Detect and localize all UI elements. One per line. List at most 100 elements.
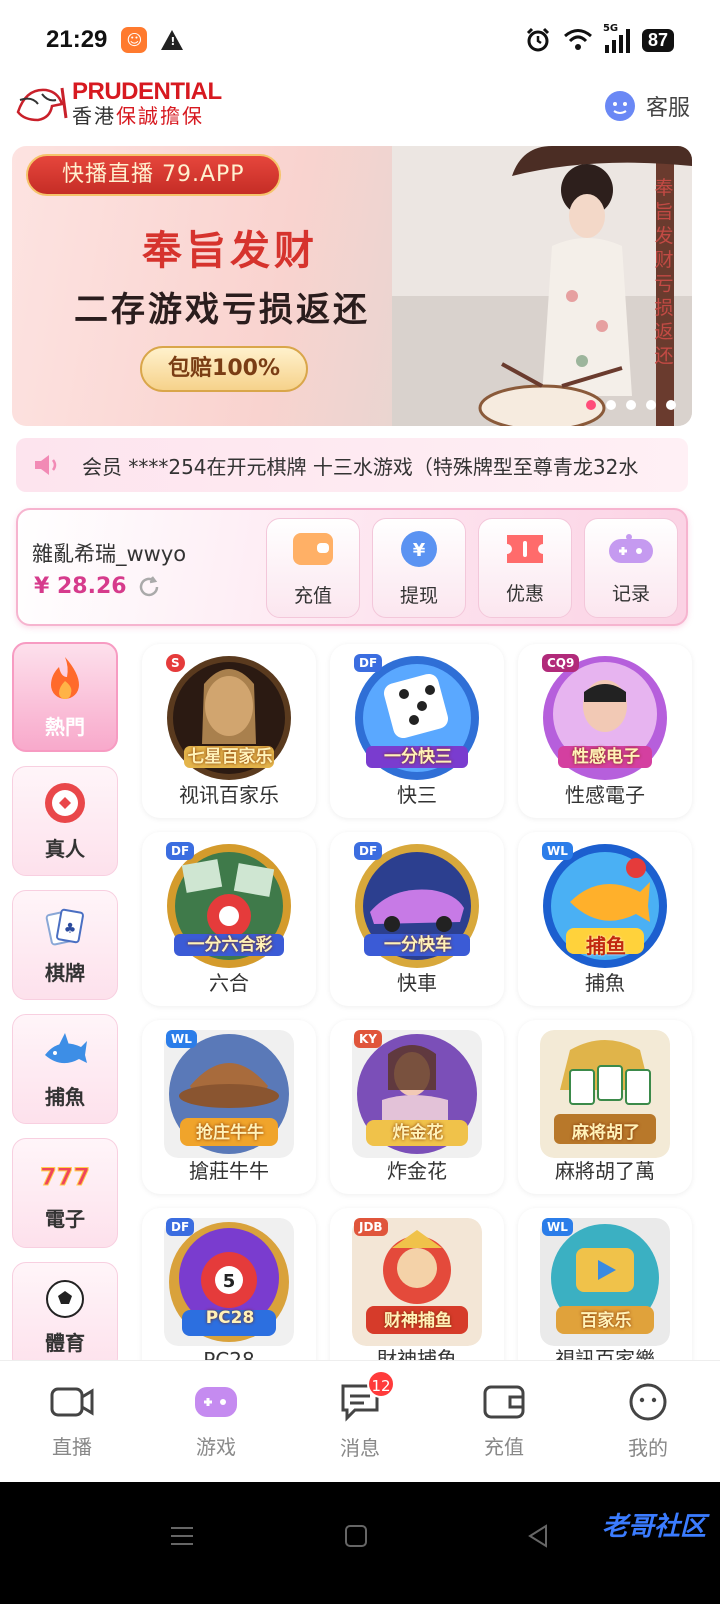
prudential-rock-icon (16, 87, 68, 122)
tab-profile[interactable]: 我的 (593, 1382, 703, 1461)
shark-icon (45, 1032, 87, 1063)
svg-text:♣: ♣ (64, 921, 77, 937)
refresh-icon[interactable] (137, 575, 161, 599)
game-tile[interactable]: DF 一分快三 快三 (330, 644, 504, 818)
app-header: PRUDENTIAL 香港保誠擔保 客服 (0, 78, 720, 136)
status-bar: 21:29 ☺ ! 5G 87 (0, 0, 720, 80)
category-label: 熱門 (45, 714, 85, 739)
category-live[interactable]: 真人 (12, 766, 118, 876)
signal-icon: 5G (603, 23, 630, 53)
cards-icon: ♣ (45, 908, 84, 945)
wifi-icon (564, 29, 592, 50)
network-type: 5G (602, 23, 619, 34)
announcement-marquee[interactable]: 会员 ****254在开元棋牌 十三水游戏（特殊牌型至尊青龙32水 (16, 438, 688, 492)
provider-badge: DF (166, 842, 195, 860)
game-label: 快車 (397, 971, 437, 995)
withdraw-button[interactable]: ¥ 提现 (372, 518, 466, 618)
wallet-icon (483, 1385, 525, 1419)
carousel-dot[interactable] (646, 400, 656, 410)
category-chess-cards[interactable]: ♣ 棋牌 (12, 890, 118, 1000)
wallet-card: 雜亂希瑞_wwyo ¥ 28.26 充值 ¥ 提现 优惠 记录 (16, 508, 688, 626)
balance: ¥ 28.26 (34, 574, 127, 599)
tab-label: 我的 (628, 1436, 668, 1460)
game-art-title: 财神捕鱼 (384, 1311, 452, 1331)
promo-banner[interactable]: 快播直播 79.APP 奉旨发财 二存游戏亏损返还 包赔100% 奉旨发财亏损返… (12, 146, 692, 426)
carousel-dot[interactable] (666, 400, 676, 410)
category-fishing[interactable]: 捕魚 (12, 1014, 118, 1124)
tab-label: 游戏 (196, 1435, 236, 1459)
slot-777-icon: 777 (40, 1162, 90, 1191)
category-sidebar: 熱門 真人 ♣ 棋牌 捕魚 777 電子 體育 (12, 642, 120, 1386)
game-tile[interactable]: DF 一分快车 快車 (330, 832, 504, 1006)
banner-tag: 快播直播 79.APP (26, 154, 281, 196)
banner-subtitle: 二存游戏亏损返还 (74, 290, 370, 330)
deposit-button[interactable]: 充值 (266, 518, 360, 618)
wallet-action-label: 优惠 (505, 582, 544, 605)
camera-icon (50, 1387, 94, 1417)
game-art-title: 百家乐 (580, 1311, 632, 1331)
game-tile[interactable]: 麻将胡了 麻將胡了萬 (518, 1020, 692, 1194)
game-tile[interactable]: WL 百家乐 視訊百家樂 (518, 1208, 692, 1382)
game-tile[interactable]: DF 一分六合彩 六合 (142, 832, 316, 1006)
app-notification-icon: ☺ (121, 27, 148, 53)
carousel-dot[interactable] (606, 400, 616, 410)
category-label: 棋牌 (45, 960, 85, 985)
warning-icon: ! (161, 30, 184, 50)
menu-nav-icon[interactable] (168, 1522, 196, 1550)
game-label: 炸金花 (387, 1159, 447, 1183)
tab-messages[interactable]: 12 消息 (305, 1370, 415, 1461)
game-tile[interactable]: S 七星百家乐 视讯百家乐 (142, 644, 316, 818)
tab-label: 消息 (340, 1436, 380, 1460)
category-sports[interactable]: 體育 (12, 1262, 118, 1372)
brand-name-cn-a: 香港 (72, 104, 116, 128)
provider-badge: KY (354, 1030, 382, 1048)
tab-games[interactable]: 游戏 (161, 1383, 271, 1460)
game-art-title: 七星百家乐 (187, 747, 273, 767)
svg-text:5: 5 (223, 1271, 236, 1292)
game-tile[interactable]: WL 抢庄牛牛 搶莊牛牛 (142, 1020, 316, 1194)
category-label: 捕魚 (45, 1084, 85, 1109)
game-art-title: 麻将胡了 (572, 1123, 640, 1143)
game-tile[interactable]: KY 炸金花 炸金花 (330, 1020, 504, 1194)
tab-deposit[interactable]: 充值 (449, 1383, 559, 1460)
category-electronic[interactable]: 777 電子 (12, 1138, 118, 1248)
game-tile[interactable]: CQ9 性感电子 性感電子 (518, 644, 692, 818)
provider-badge: DF (354, 842, 383, 860)
home-nav-icon[interactable] (342, 1522, 370, 1550)
banner-title: 奉旨发财 (142, 227, 318, 274)
flame-icon (51, 656, 79, 699)
gamepad-icon (609, 533, 653, 563)
provider-badge: WL (542, 1218, 573, 1236)
brand-name-en: PRUDENTIAL (72, 78, 222, 105)
bottom-tab-bar: 直播 游戏 12 消息 充值 我的 (0, 1360, 720, 1482)
game-tile[interactable]: JDB 财神捕鱼 財神捕魚 (330, 1208, 504, 1382)
status-time: 21:29 (46, 26, 108, 53)
provider-badge: WL (166, 1030, 197, 1048)
game-tile[interactable]: 5 DF PC28 PC28 (142, 1208, 316, 1382)
provider-badge: DF (354, 654, 383, 672)
wallet-action-label: 充值 (293, 584, 332, 607)
promotions-button[interactable]: 优惠 (478, 518, 572, 618)
game-tile[interactable]: WL 捕鱼 捕魚 (518, 832, 692, 1006)
category-hot[interactable]: 熱門 (12, 642, 118, 752)
banner-vertical-text: 奉旨发财亏损返还 (654, 177, 674, 367)
system-nav-bar: 老哥社区 (0, 1482, 720, 1604)
category-label: 真人 (45, 836, 85, 861)
carousel-dot[interactable] (586, 400, 596, 410)
game-label: 捕魚 (585, 971, 625, 995)
customer-service-label: 客服 (645, 96, 690, 121)
game-label: 视讯百家乐 (179, 783, 279, 807)
carousel-dots (586, 400, 676, 410)
marquee-message: 会员 ****254在开元棋牌 十三水游戏（特殊牌型至尊青龙32水 (82, 454, 639, 479)
customer-service-button[interactable]: 客服 (602, 88, 690, 124)
back-nav-icon[interactable] (524, 1522, 552, 1550)
game-art-title: PC28 (205, 1308, 255, 1328)
provider-badge: CQ9 (542, 654, 580, 672)
carousel-dot[interactable] (626, 400, 636, 410)
game-art-title: 一分六合彩 (187, 935, 273, 955)
records-button[interactable]: 记录 (584, 518, 678, 618)
tab-live[interactable]: 直播 (17, 1383, 127, 1460)
profile-face-icon (629, 1383, 667, 1421)
game-art-title: 捕鱼 (586, 934, 626, 958)
game-label: 麻將胡了萬 (555, 1159, 655, 1183)
